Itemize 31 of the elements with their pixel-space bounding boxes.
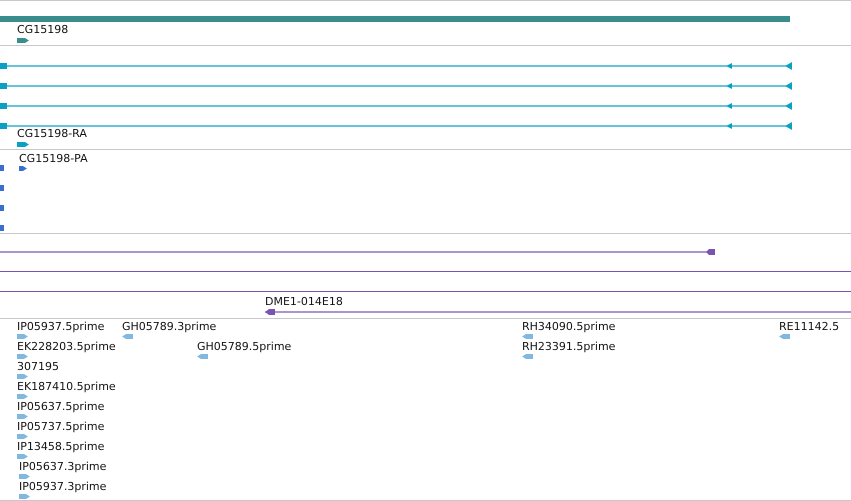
gene-bar[interactable] bbox=[0, 16, 790, 22]
transcript-drawing[interactable] bbox=[0, 102, 792, 110]
feature-label[interactable]: EK228203.5prime bbox=[17, 340, 116, 353]
feature-label[interactable]: CG15198-PA bbox=[19, 152, 88, 165]
feature-label[interactable]: EK187410.5prime bbox=[17, 380, 116, 393]
feature-label[interactable]: IP05937.3prime bbox=[19, 480, 106, 493]
transcript-drawing[interactable] bbox=[0, 122, 792, 130]
feature-label[interactable]: RE11142.5 bbox=[779, 320, 840, 333]
feature-block[interactable] bbox=[0, 185, 4, 191]
clone-line[interactable] bbox=[0, 271, 851, 272]
clone-line[interactable] bbox=[0, 291, 851, 292]
feature-block[interactable] bbox=[0, 205, 4, 211]
feature-block[interactable] bbox=[0, 165, 4, 171]
feature-label[interactable]: GH05789.5prime bbox=[197, 340, 292, 353]
feature-label[interactable]: IP13458.5prime bbox=[17, 440, 104, 453]
feature-label[interactable]: GH05789.3prime bbox=[122, 320, 216, 333]
clone-drawing[interactable] bbox=[0, 248, 715, 256]
feature-label[interactable]: RH23391.5prime bbox=[522, 340, 616, 353]
feature-label[interactable]: DME1-014E18 bbox=[265, 295, 343, 308]
feature-label[interactable]: 307195 bbox=[17, 360, 59, 373]
feature-label[interactable]: RH34090.5prime bbox=[522, 320, 616, 333]
feature-label[interactable]: IP05637.3prime bbox=[19, 460, 106, 473]
feature-label[interactable]: CG15198 bbox=[17, 23, 68, 36]
feature-label[interactable]: CG15198-RA bbox=[17, 127, 87, 140]
clone-drawing[interactable] bbox=[265, 308, 851, 316]
transcript-drawing[interactable] bbox=[0, 82, 792, 90]
feature-block[interactable] bbox=[0, 225, 4, 231]
feature-label[interactable]: IP05637.5prime bbox=[17, 400, 104, 413]
transcript-drawing[interactable] bbox=[0, 62, 792, 70]
feature-label[interactable]: IP05737.5prime bbox=[17, 420, 104, 433]
feature-label[interactable]: IP05937.5prime bbox=[17, 320, 104, 333]
